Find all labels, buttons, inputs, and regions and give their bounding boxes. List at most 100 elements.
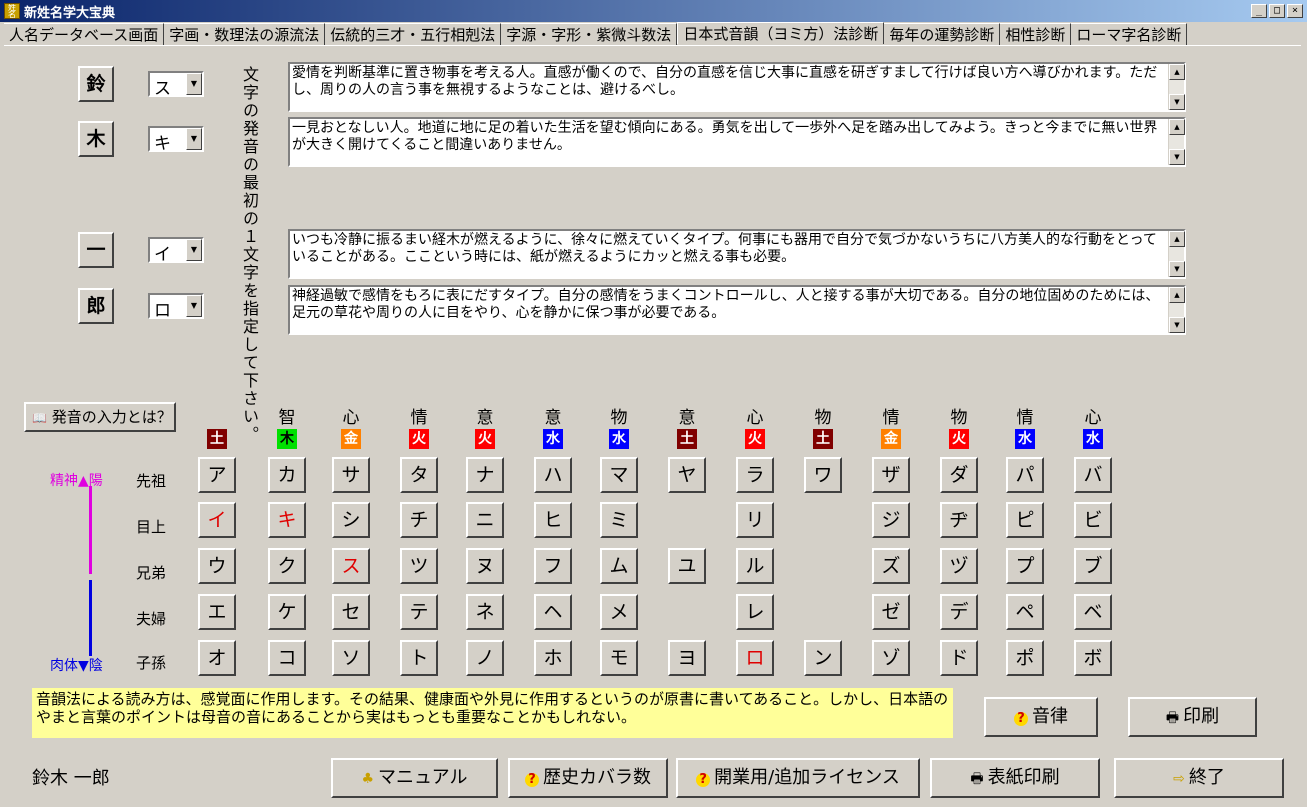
kana-button[interactable]: バ (1074, 457, 1112, 493)
kana-button[interactable]: イ (198, 502, 236, 538)
tab-three-talents[interactable]: 伝統的三才・五行相剋法 (325, 23, 502, 45)
kana-button[interactable]: プ (1006, 548, 1044, 584)
kana-button[interactable]: ベ (1074, 594, 1112, 630)
kana-button[interactable]: ラ (736, 457, 774, 493)
kana-button[interactable]: ロ (736, 640, 774, 676)
print-button[interactable]: 🖶 印刷 (1128, 697, 1257, 737)
dropdown-arrow-icon[interactable]: ▼ (186, 239, 202, 261)
minimize-button[interactable]: _ (1251, 4, 1267, 18)
pronunciation-help-button[interactable]: 📖 発音の入力とは？ (24, 402, 176, 432)
scroll-up-icon[interactable]: ▲ (1169, 287, 1185, 303)
tab-name-database[interactable]: 人名データベース画面 (4, 23, 165, 45)
kana-button[interactable]: ダ (940, 457, 978, 493)
reading-select-2[interactable]: キ ▼ (148, 126, 204, 154)
kana-button[interactable]: ホ (534, 640, 572, 676)
reading-text-1[interactable]: 愛情を判断基準に置き物事を考える人。直感が働くので、自分の直感を信じ大事に直感を… (288, 62, 1186, 112)
close-button[interactable]: × (1287, 4, 1303, 18)
kana-button[interactable]: ツ (400, 548, 438, 584)
onritsu-button[interactable]: ? 音律 (984, 697, 1098, 737)
kana-button[interactable]: ヂ (940, 502, 978, 538)
scroll-up-icon[interactable]: ▲ (1169, 231, 1185, 247)
kana-button[interactable]: キ (268, 502, 306, 538)
scroll-down-icon[interactable]: ▼ (1169, 149, 1185, 165)
kana-button[interactable]: コ (268, 640, 306, 676)
scroll-down-icon[interactable]: ▼ (1169, 94, 1185, 110)
tab-yearly-fortune[interactable]: 毎年の運勢診断 (884, 23, 1001, 45)
dropdown-arrow-icon[interactable]: ▼ (186, 295, 202, 317)
exit-button[interactable]: ⇨ 終了 (1114, 758, 1284, 798)
kana-button[interactable]: テ (400, 594, 438, 630)
cover-print-button[interactable]: 🖶 表紙印刷 (930, 758, 1100, 798)
kana-button[interactable]: ン (804, 640, 842, 676)
kana-button[interactable]: ゾ (872, 640, 910, 676)
kana-button[interactable]: ハ (534, 457, 572, 493)
kana-button[interactable]: ミ (600, 502, 638, 538)
kana-button[interactable]: ア (198, 457, 236, 493)
kana-button[interactable]: カ (268, 457, 306, 493)
kana-button[interactable]: ソ (332, 640, 370, 676)
kana-button[interactable]: ニ (466, 502, 504, 538)
kana-button[interactable]: ピ (1006, 502, 1044, 538)
maximize-button[interactable]: □ (1269, 4, 1285, 18)
kana-button[interactable]: パ (1006, 457, 1044, 493)
kana-button[interactable]: シ (332, 502, 370, 538)
scroll-up-icon[interactable]: ▲ (1169, 64, 1185, 80)
kana-button[interactable]: ボ (1074, 640, 1112, 676)
kana-button[interactable]: セ (332, 594, 370, 630)
kana-button[interactable]: モ (600, 640, 638, 676)
kana-button[interactable]: ポ (1006, 640, 1044, 676)
kanji-button-4[interactable]: 郎 (78, 288, 114, 324)
kana-button[interactable]: ヅ (940, 548, 978, 584)
kana-button[interactable]: ワ (804, 457, 842, 493)
kana-button[interactable]: ケ (268, 594, 306, 630)
kana-button[interactable]: タ (400, 457, 438, 493)
kana-button[interactable]: チ (400, 502, 438, 538)
reading-select-1[interactable]: ス ▼ (148, 71, 204, 99)
tab-compatibility[interactable]: 相性診断 (1000, 23, 1072, 45)
kana-button[interactable]: ユ (668, 548, 706, 584)
reading-text-2[interactable]: 一見おとなしい人。地道に地に足の着いた生活を望む傾向にある。勇気を出して一歩外へ… (288, 117, 1186, 167)
kana-button[interactable]: ム (600, 548, 638, 584)
kana-button[interactable]: マ (600, 457, 638, 493)
kana-button[interactable]: ト (400, 640, 438, 676)
scroll-down-icon[interactable]: ▼ (1169, 317, 1185, 333)
scroll-down-icon[interactable]: ▼ (1169, 261, 1185, 277)
dropdown-arrow-icon[interactable]: ▼ (186, 73, 202, 95)
kana-button[interactable]: ル (736, 548, 774, 584)
kana-button[interactable]: ヒ (534, 502, 572, 538)
manual-button[interactable]: ♣ マニュアル (331, 758, 498, 798)
kana-button[interactable]: ヘ (534, 594, 572, 630)
tab-stroke-numerology[interactable]: 字画・数理法の源流法 (164, 23, 326, 45)
kana-button[interactable]: ブ (1074, 548, 1112, 584)
reading-select-3[interactable]: イ ▼ (148, 237, 204, 265)
kana-button[interactable]: ネ (466, 594, 504, 630)
kana-button[interactable]: ズ (872, 548, 910, 584)
kanji-button-3[interactable]: 一 (78, 232, 114, 268)
kana-button[interactable]: エ (198, 594, 236, 630)
kana-button[interactable]: サ (332, 457, 370, 493)
kana-button[interactable]: ス (332, 548, 370, 584)
kana-button[interactable]: ド (940, 640, 978, 676)
kana-button[interactable]: ペ (1006, 594, 1044, 630)
kanji-button-1[interactable]: 鈴 (78, 66, 114, 102)
kana-button[interactable]: デ (940, 594, 978, 630)
tab-phonetic-diagnosis[interactable]: 日本式音韻（ヨミ方）法診断 (677, 22, 885, 44)
reading-text-4[interactable]: 神経過敏で感情をもろに表にだすタイプ。自分の感情をうまくコントロールし、人と接す… (288, 285, 1186, 335)
scroll-up-icon[interactable]: ▲ (1169, 119, 1185, 135)
kana-button[interactable]: ク (268, 548, 306, 584)
kana-button[interactable]: レ (736, 594, 774, 630)
kana-button[interactable]: フ (534, 548, 572, 584)
scrollbar[interactable]: ▲ ▼ (1168, 64, 1185, 110)
reading-select-4[interactable]: ロ ▼ (148, 293, 204, 321)
kana-button[interactable]: ゼ (872, 594, 910, 630)
kanji-button-2[interactable]: 木 (78, 121, 114, 157)
kana-button[interactable]: ヨ (668, 640, 706, 676)
kana-button[interactable]: ジ (872, 502, 910, 538)
scrollbar[interactable]: ▲ ▼ (1168, 231, 1185, 277)
kana-button[interactable]: ウ (198, 548, 236, 584)
kana-button[interactable]: メ (600, 594, 638, 630)
kana-button[interactable]: ノ (466, 640, 504, 676)
license-button[interactable]: ? 開業用/追加ライセンス (676, 758, 920, 798)
kana-button[interactable]: オ (198, 640, 236, 676)
history-kabbalah-button[interactable]: ? 歴史カバラ数 (508, 758, 668, 798)
